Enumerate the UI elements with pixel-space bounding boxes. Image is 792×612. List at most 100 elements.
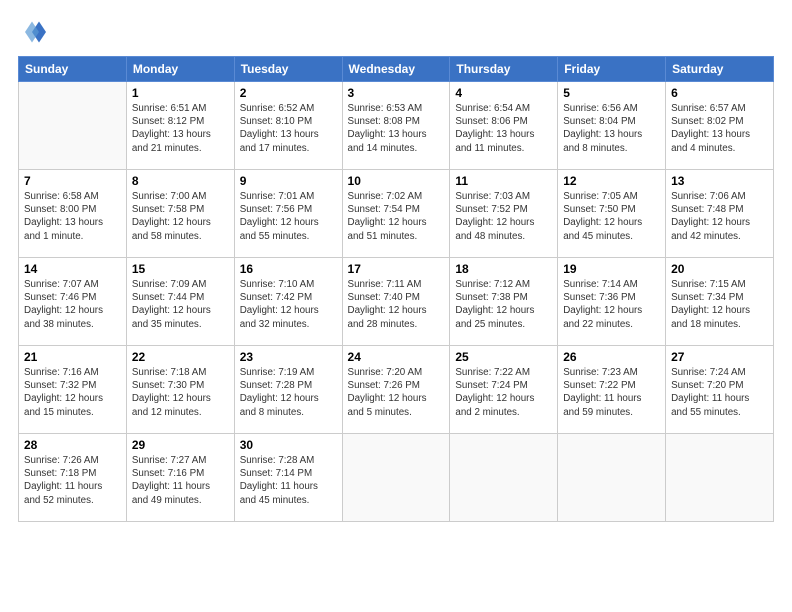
calendar-cell: 16 Sunrise: 7:10 AMSunset: 7:42 PMDayligh… — [234, 258, 342, 346]
day-info: Sunrise: 6:57 AMSunset: 8:02 PMDaylight:… — [671, 102, 768, 155]
day-number: 20 — [671, 262, 768, 276]
day-number: 21 — [24, 350, 121, 364]
calendar-cell: 21 Sunrise: 7:16 AMSunset: 7:32 PMDayligh… — [19, 346, 127, 434]
calendar-cell: 29 Sunrise: 7:27 AMSunset: 7:16 PMDayligh… — [126, 434, 234, 522]
calendar-cell: 23 Sunrise: 7:19 AMSunset: 7:28 PMDayligh… — [234, 346, 342, 434]
day-number: 14 — [24, 262, 121, 276]
calendar-cell: 20 Sunrise: 7:15 AMSunset: 7:34 PMDayligh… — [666, 258, 774, 346]
day-number: 22 — [132, 350, 229, 364]
calendar-header-row: SundayMondayTuesdayWednesdayThursdayFrid… — [19, 57, 774, 82]
day-info: Sunrise: 7:03 AMSunset: 7:52 PMDaylight:… — [455, 190, 552, 243]
day-info: Sunrise: 6:58 AMSunset: 8:00 PMDaylight:… — [24, 190, 121, 243]
day-number: 4 — [455, 86, 552, 100]
day-number: 18 — [455, 262, 552, 276]
day-info: Sunrise: 6:52 AMSunset: 8:10 PMDaylight:… — [240, 102, 337, 155]
day-number: 6 — [671, 86, 768, 100]
calendar-cell: 13 Sunrise: 7:06 AMSunset: 7:48 PMDayligh… — [666, 170, 774, 258]
day-info: Sunrise: 6:56 AMSunset: 8:04 PMDaylight:… — [563, 102, 660, 155]
week-row-3: 14 Sunrise: 7:07 AMSunset: 7:46 PMDayligh… — [19, 258, 774, 346]
day-number: 27 — [671, 350, 768, 364]
day-number: 29 — [132, 438, 229, 452]
day-number: 5 — [563, 86, 660, 100]
day-number: 11 — [455, 174, 552, 188]
calendar-cell: 19 Sunrise: 7:14 AMSunset: 7:36 PMDayligh… — [558, 258, 666, 346]
calendar-cell: 8 Sunrise: 7:00 AMSunset: 7:58 PMDaylight… — [126, 170, 234, 258]
day-info: Sunrise: 7:19 AMSunset: 7:28 PMDaylight:… — [240, 366, 337, 419]
calendar-cell — [666, 434, 774, 522]
day-number: 25 — [455, 350, 552, 364]
day-info: Sunrise: 7:20 AMSunset: 7:26 PMDaylight:… — [348, 366, 445, 419]
day-info: Sunrise: 7:01 AMSunset: 7:56 PMDaylight:… — [240, 190, 337, 243]
day-info: Sunrise: 7:15 AMSunset: 7:34 PMDaylight:… — [671, 278, 768, 331]
week-row-5: 28 Sunrise: 7:26 AMSunset: 7:18 PMDayligh… — [19, 434, 774, 522]
day-number: 23 — [240, 350, 337, 364]
day-number: 2 — [240, 86, 337, 100]
day-info: Sunrise: 7:02 AMSunset: 7:54 PMDaylight:… — [348, 190, 445, 243]
page: SundayMondayTuesdayWednesdayThursdayFrid… — [0, 0, 792, 612]
day-info: Sunrise: 6:53 AMSunset: 8:08 PMDaylight:… — [348, 102, 445, 155]
day-info: Sunrise: 7:05 AMSunset: 7:50 PMDaylight:… — [563, 190, 660, 243]
day-number: 17 — [348, 262, 445, 276]
day-info: Sunrise: 7:14 AMSunset: 7:36 PMDaylight:… — [563, 278, 660, 331]
day-info: Sunrise: 6:51 AMSunset: 8:12 PMDaylight:… — [132, 102, 229, 155]
calendar-cell — [342, 434, 450, 522]
calendar-cell: 10Sunrise: 7:02 AMSunset: 7:54 PMDayligh… — [342, 170, 450, 258]
calendar-cell — [450, 434, 558, 522]
logo-icon — [18, 18, 46, 46]
day-number: 7 — [24, 174, 121, 188]
col-header-sunday: Sunday — [19, 57, 127, 82]
week-row-2: 7 Sunrise: 6:58 AMSunset: 8:00 PMDaylight… — [19, 170, 774, 258]
col-header-saturday: Saturday — [666, 57, 774, 82]
day-number: 30 — [240, 438, 337, 452]
week-row-4: 21 Sunrise: 7:16 AMSunset: 7:32 PMDayligh… — [19, 346, 774, 434]
calendar-cell: 3 Sunrise: 6:53 AMSunset: 8:08 PMDaylight… — [342, 82, 450, 170]
day-info: Sunrise: 7:07 AMSunset: 7:46 PMDaylight:… — [24, 278, 121, 331]
day-info: Sunrise: 7:27 AMSunset: 7:16 PMDaylight:… — [132, 454, 229, 507]
day-info: Sunrise: 7:00 AMSunset: 7:58 PMDaylight:… — [132, 190, 229, 243]
calendar-cell: 26 Sunrise: 7:23 AMSunset: 7:22 PMDayligh… — [558, 346, 666, 434]
calendar-cell: 5 Sunrise: 6:56 AMSunset: 8:04 PMDaylight… — [558, 82, 666, 170]
day-info: Sunrise: 7:10 AMSunset: 7:42 PMDaylight:… — [240, 278, 337, 331]
day-number: 16 — [240, 262, 337, 276]
day-number: 13 — [671, 174, 768, 188]
day-info: Sunrise: 7:11 AMSunset: 7:40 PMDaylight:… — [348, 278, 445, 331]
calendar-cell: 25 Sunrise: 7:22 AMSunset: 7:24 PMDayligh… — [450, 346, 558, 434]
header — [18, 18, 774, 46]
day-number: 12 — [563, 174, 660, 188]
day-number: 8 — [132, 174, 229, 188]
calendar-cell: 15Sunrise: 7:09 AMSunset: 7:44 PMDayligh… — [126, 258, 234, 346]
calendar-cell: 30 Sunrise: 7:28 AMSunset: 7:14 PMDayligh… — [234, 434, 342, 522]
day-number: 9 — [240, 174, 337, 188]
day-number: 28 — [24, 438, 121, 452]
day-info: Sunrise: 7:23 AMSunset: 7:22 PMDaylight:… — [563, 366, 660, 419]
day-info: Sunrise: 7:26 AMSunset: 7:18 PMDaylight:… — [24, 454, 121, 507]
day-number: 26 — [563, 350, 660, 364]
calendar-cell: 14 Sunrise: 7:07 AMSunset: 7:46 PMDayligh… — [19, 258, 127, 346]
day-info: Sunrise: 7:24 AMSunset: 7:20 PMDaylight:… — [671, 366, 768, 419]
calendar-cell: 18 Sunrise: 7:12 AMSunset: 7:38 PMDayligh… — [450, 258, 558, 346]
col-header-monday: Monday — [126, 57, 234, 82]
day-info: Sunrise: 7:12 AMSunset: 7:38 PMDaylight:… — [455, 278, 552, 331]
calendar-cell — [19, 82, 127, 170]
calendar-cell: 2 Sunrise: 6:52 AMSunset: 8:10 PMDaylight… — [234, 82, 342, 170]
day-number: 19 — [563, 262, 660, 276]
week-row-1: 1Sunrise: 6:51 AMSunset: 8:12 PMDaylight… — [19, 82, 774, 170]
day-number: 3 — [348, 86, 445, 100]
calendar-cell: 17 Sunrise: 7:11 AMSunset: 7:40 PMDayligh… — [342, 258, 450, 346]
col-header-tuesday: Tuesday — [234, 57, 342, 82]
day-info: Sunrise: 7:18 AMSunset: 7:30 PMDaylight:… — [132, 366, 229, 419]
day-number: 24 — [348, 350, 445, 364]
day-info: Sunrise: 7:28 AMSunset: 7:14 PMDaylight:… — [240, 454, 337, 507]
col-header-thursday: Thursday — [450, 57, 558, 82]
calendar-table: SundayMondayTuesdayWednesdayThursdayFrid… — [18, 56, 774, 522]
calendar-cell — [558, 434, 666, 522]
day-info: Sunrise: 7:06 AMSunset: 7:48 PMDaylight:… — [671, 190, 768, 243]
calendar-cell: 7 Sunrise: 6:58 AMSunset: 8:00 PMDaylight… — [19, 170, 127, 258]
day-info: Sunrise: 7:09 AMSunset: 7:44 PMDaylight:… — [132, 278, 229, 331]
calendar-cell: 11 Sunrise: 7:03 AMSunset: 7:52 PMDayligh… — [450, 170, 558, 258]
col-header-friday: Friday — [558, 57, 666, 82]
calendar-cell: 6 Sunrise: 6:57 AMSunset: 8:02 PMDaylight… — [666, 82, 774, 170]
calendar-cell: 1Sunrise: 6:51 AMSunset: 8:12 PMDaylight… — [126, 82, 234, 170]
day-info: Sunrise: 7:22 AMSunset: 7:24 PMDaylight:… — [455, 366, 552, 419]
day-info: Sunrise: 7:16 AMSunset: 7:32 PMDaylight:… — [24, 366, 121, 419]
